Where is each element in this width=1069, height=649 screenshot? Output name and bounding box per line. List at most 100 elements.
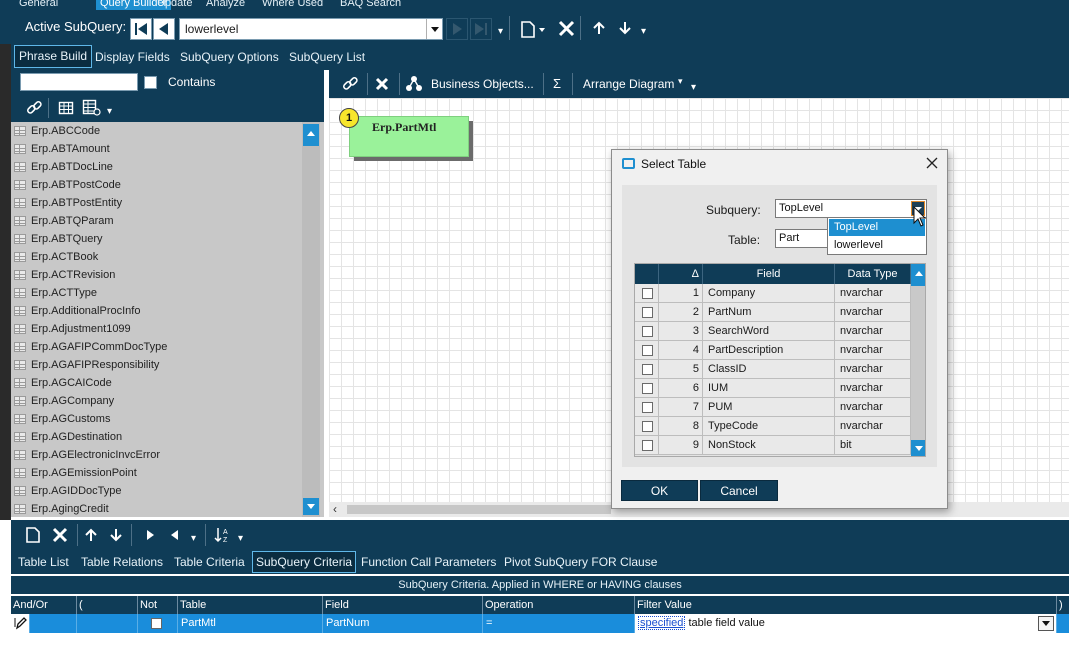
field-select-checkbox[interactable] [642, 345, 653, 356]
table-list-item[interactable]: Erp.AGAFIPCommDocType [11, 338, 301, 356]
field-name[interactable]: PartDescription [703, 341, 835, 360]
cell-not[interactable] [137, 614, 177, 633]
overflow-caret-icon[interactable]: ▾ [641, 26, 646, 37]
tab-table-list[interactable]: Table List [18, 550, 69, 574]
col-table[interactable]: Table [177, 596, 322, 614]
remove-table-button[interactable] [373, 75, 391, 93]
move-up-button[interactable] [591, 20, 607, 36]
field-name[interactable]: IUM [703, 379, 835, 398]
delete-criteria-button[interactable] [51, 526, 69, 544]
table-list-scrollbar[interactable] [302, 122, 320, 517]
field-grid-row[interactable]: 9 NonStock bit [635, 436, 911, 455]
field-select-cell[interactable] [635, 322, 659, 341]
field-name[interactable]: NonStock [703, 436, 835, 455]
field-select-checkbox[interactable] [642, 421, 653, 432]
field-select-checkbox[interactable] [642, 364, 653, 375]
table-list-item[interactable]: Erp.ABTQuery [11, 230, 301, 248]
grid-header-sort[interactable]: Δ [659, 264, 703, 284]
col-open-paren[interactable]: ( [76, 596, 137, 614]
table-list-item[interactable]: Erp.AGCAICode [11, 374, 301, 392]
business-objects-button[interactable]: Business Objects... [431, 77, 534, 91]
tab-analyze[interactable]: Analyze [206, 0, 245, 10]
delete-subquery-button[interactable] [556, 19, 578, 39]
arrange-dropdown-icon[interactable]: ▾ [678, 76, 683, 87]
table-view-button[interactable] [58, 100, 74, 116]
field-select-cell[interactable] [635, 417, 659, 436]
field-grid-scrollbar[interactable] [911, 264, 925, 456]
col-field[interactable]: Field [322, 596, 482, 614]
grid-header-data-type[interactable]: Data Type [835, 264, 911, 284]
col-filter-value[interactable]: Filter Value [634, 596, 1056, 614]
field-select-cell[interactable] [635, 436, 659, 455]
next-record-button[interactable] [446, 18, 468, 40]
tab-table-criteria[interactable]: Table Criteria [174, 550, 245, 574]
table-list-item[interactable]: Erp.AGElectronicInvcError [11, 446, 301, 464]
table-list-item[interactable]: Erp.ACTBook [11, 248, 301, 266]
table-list-item[interactable]: Erp.ABCCode [11, 122, 301, 140]
col-not[interactable]: Not [137, 596, 177, 614]
table-list-item[interactable]: Erp.AgingCredit [11, 500, 301, 517]
field-name[interactable]: SearchWord [703, 322, 835, 341]
scroll-thumb[interactable] [347, 505, 611, 514]
field-select-checkbox[interactable] [642, 440, 653, 451]
overflow-caret-icon[interactable]: ▾ [498, 26, 503, 37]
field-select-checkbox[interactable] [642, 383, 653, 394]
sigma-button[interactable]: Σ [553, 76, 561, 91]
field-name[interactable]: ClassID [703, 360, 835, 379]
tab-phrase-build[interactable]: Phrase Build [14, 45, 93, 68]
tab-where-used[interactable]: Where Used [262, 0, 323, 10]
table-list-item[interactable]: Erp.ACTType [11, 284, 301, 302]
tab-display-fields[interactable]: Display Fields [95, 44, 170, 70]
first-record-button[interactable] [130, 18, 152, 40]
tab-function-call-parameters[interactable]: Function Call Parameters [361, 550, 496, 574]
last-record-button[interactable] [470, 18, 492, 40]
filter-specified-link[interactable]: specified [638, 616, 686, 630]
next-button[interactable] [143, 527, 157, 543]
overflow-caret-icon[interactable]: ▾ [191, 533, 196, 544]
field-select-cell[interactable] [635, 303, 659, 322]
cell-table[interactable]: PartMtl [177, 614, 322, 633]
filter-dropdown-button[interactable] [1038, 616, 1054, 631]
field-grid-row[interactable]: 1 Company nvarchar [635, 284, 911, 303]
field-select-cell[interactable] [635, 341, 659, 360]
field-name[interactable]: PartNum [703, 303, 835, 322]
contains-checkbox[interactable] [144, 76, 157, 89]
scroll-up-button[interactable] [303, 124, 319, 146]
table-list-item[interactable]: Erp.Adjustment1099 [11, 320, 301, 338]
table-node-partmtl[interactable]: Erp.PartMtl [349, 116, 469, 157]
new-subquery-button[interactable] [519, 19, 547, 39]
field-name[interactable]: PUM [703, 398, 835, 417]
move-down-button[interactable] [617, 20, 633, 36]
subquery-option-toplevel[interactable]: TopLevel [829, 219, 925, 236]
previous-button[interactable] [167, 527, 181, 543]
overflow-caret-icon[interactable]: ▾ [238, 533, 243, 544]
table-list-item[interactable]: Erp.ABTDocLine [11, 158, 301, 176]
active-subquery-select[interactable]: lowerlevel [179, 18, 443, 40]
grid-scroll-up-button[interactable] [911, 264, 925, 286]
col-close-paren[interactable]: ) [1056, 596, 1069, 614]
table-list-item[interactable]: Erp.AdditionalProcInfo [11, 302, 301, 320]
field-grid-row[interactable]: 8 TypeCode nvarchar [635, 417, 911, 436]
grid-header-select[interactable] [635, 264, 659, 284]
table-list-item[interactable]: Erp.AGDestination [11, 428, 301, 446]
field-select-checkbox[interactable] [642, 326, 653, 337]
field-select-cell[interactable] [635, 284, 659, 303]
cancel-button[interactable]: Cancel [700, 480, 778, 501]
tab-update[interactable]: Update [157, 0, 192, 10]
field-grid-row[interactable]: 2 PartNum nvarchar [635, 303, 911, 322]
previous-record-button[interactable] [153, 18, 175, 40]
chevron-down-icon[interactable] [426, 19, 442, 39]
new-criteria-button[interactable] [25, 526, 41, 544]
table-list-item[interactable]: Erp.AGCompany [11, 392, 301, 410]
cell-operation[interactable]: = [482, 614, 634, 633]
col-and-or[interactable]: And/Or [11, 596, 76, 614]
table-list-item[interactable]: Erp.ACTRevision [11, 266, 301, 284]
table-input[interactable]: Part [775, 229, 831, 248]
tab-subquery-options[interactable]: SubQuery Options [180, 44, 279, 70]
table-list-item[interactable]: Erp.AGEmissionPoint [11, 464, 301, 482]
ok-button[interactable]: OK [621, 480, 698, 501]
overflow-caret-icon[interactable]: ▾ [107, 106, 112, 117]
grid-header-field[interactable]: Field [703, 264, 835, 284]
scroll-down-button[interactable] [303, 498, 319, 515]
tab-baq-search[interactable]: BAQ Search [340, 0, 401, 10]
